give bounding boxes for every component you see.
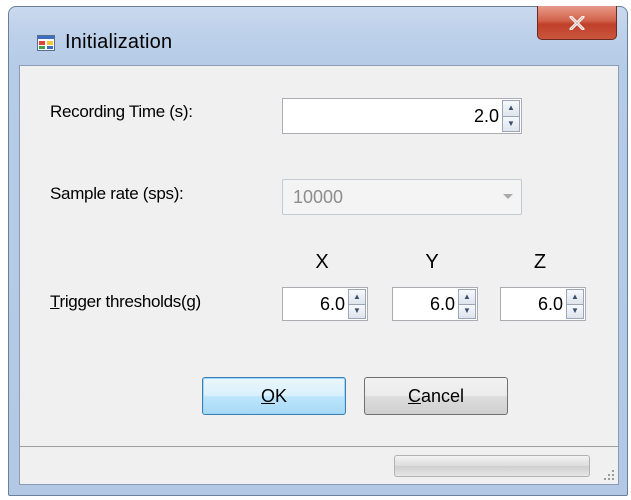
window-app-icon[interactable] [37,35,55,51]
cancel-button[interactable]: Cancel [364,377,508,415]
trigger-x-down-icon[interactable]: ▼ [348,304,366,319]
recording-time-stepper[interactable]: 2.0 ▲ ▼ [282,98,522,134]
trigger-z-value[interactable]: 6.0 [538,288,563,320]
dialog-client-area: Recording Time (s): 2.0 ▲ ▼ Sample rate … [19,65,619,485]
axis-z-header: Z [533,251,547,273]
window-title: Initialization [65,31,173,53]
trigger-y-up-icon[interactable]: ▲ [458,289,476,305]
sample-rate-label: Sample rate (sps): [50,184,184,203]
ok-button[interactable]: OK [202,377,346,415]
trigger-z-down-icon[interactable]: ▼ [566,304,584,319]
close-x-icon [569,15,585,30]
dialog-window: Initialization Recording Time (s): 2.0 ▲… [8,6,628,496]
sample-rate-combobox[interactable]: 10000 [282,179,522,215]
recording-time-label: Recording Time (s): [50,102,193,121]
recording-time-down-icon[interactable]: ▼ [502,116,520,132]
chevron-down-icon [503,194,513,199]
trigger-z-up-icon[interactable]: ▲ [566,289,584,305]
trigger-x-stepper[interactable]: 6.0 ▲ ▼ [282,287,368,321]
progress-bar [394,455,590,477]
trigger-y-down-icon[interactable]: ▼ [458,304,476,319]
recording-time-value[interactable]: 2.0 [474,99,499,133]
axis-x-header: X [315,251,329,273]
trigger-y-value[interactable]: 6.0 [430,288,455,320]
trigger-x-value[interactable]: 6.0 [320,288,345,320]
status-bar [20,446,618,484]
sample-rate-value: 10000 [293,186,344,207]
trigger-thresholds-label: Trigger thresholds(g) [50,292,201,311]
axis-y-header: Y [425,251,439,273]
resize-grip-icon[interactable] [601,467,615,481]
recording-time-up-icon[interactable]: ▲ [502,100,520,117]
close-button[interactable] [537,6,617,40]
trigger-y-stepper[interactable]: 6.0 ▲ ▼ [392,287,478,321]
trigger-x-up-icon[interactable]: ▲ [348,289,366,305]
title-bar[interactable]: Initialization [9,6,627,65]
trigger-z-stepper[interactable]: 6.0 ▲ ▼ [500,287,586,321]
